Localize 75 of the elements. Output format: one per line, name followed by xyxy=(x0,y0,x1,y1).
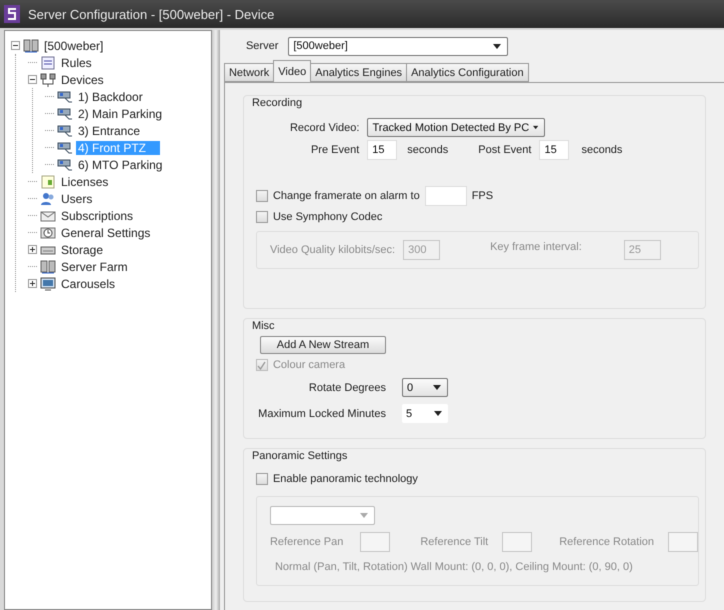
collapse-toggle-icon[interactable] xyxy=(11,41,20,50)
field-label: Video Quality kilobits/sec: xyxy=(270,244,396,256)
tree-item[interactable]: Storage xyxy=(59,242,106,256)
server-dropdown[interactable]: [500weber] xyxy=(288,36,508,56)
users-icon xyxy=(40,192,56,206)
checkbox[interactable] xyxy=(256,211,268,223)
rotate-dropdown[interactable]: 0 xyxy=(402,378,448,397)
tree-item[interactable]: Licenses xyxy=(59,174,110,188)
input-field[interactable]: 15 xyxy=(367,140,398,160)
dropdown-caret-icon xyxy=(360,513,368,518)
field-label: Pre Event xyxy=(310,144,360,156)
collapse-toggle-icon[interactable] xyxy=(28,75,37,84)
checkbox-label: Colour camera xyxy=(272,359,346,371)
group-title: Misc xyxy=(252,320,276,332)
tree-item[interactable]: Rules xyxy=(59,56,94,70)
dropdown-caret-icon xyxy=(432,385,441,390)
field-label: Rotate Degrees xyxy=(308,382,386,394)
tree-item[interactable]: Server Farm xyxy=(59,260,130,274)
server-icon xyxy=(40,260,56,274)
tree-item[interactable]: [500weber] xyxy=(42,38,106,52)
unit-label: seconds xyxy=(407,144,448,156)
dropdown-caret-icon xyxy=(493,44,502,48)
checkbox-label: Change framerate on alarm to xyxy=(272,190,420,202)
field-label: Reference Tilt xyxy=(420,536,488,548)
tab[interactable]: Network xyxy=(224,63,274,82)
mount-note: Normal (Pan, Tilt, Rotation) Wall Mount: (0, 0, 0), Ceiling Mount: (0, 90, 0) xyxy=(274,561,634,573)
tree-item[interactable]: General Settings xyxy=(59,226,152,240)
monitor-icon xyxy=(40,276,56,290)
field-label: Record Video: xyxy=(290,122,360,134)
checkbox[interactable] xyxy=(256,190,268,202)
window-title: Server Configuration - [500weber] - Device xyxy=(28,6,274,22)
dropdown-caret-icon xyxy=(533,125,538,130)
checkbox-label: Enable panoramic technology xyxy=(272,473,418,485)
network-icon xyxy=(40,72,56,86)
tree-item[interactable]: 6) MTO Parking xyxy=(76,158,164,172)
unit-label: FPS xyxy=(472,190,494,202)
document-icon xyxy=(40,56,56,70)
camera-icon xyxy=(57,124,73,138)
group-title: Panoramic Settings xyxy=(252,450,348,462)
record-video-dropdown[interactable]: Tracked Motion Detected By PC xyxy=(367,118,546,137)
tree-item[interactable]: Users xyxy=(59,192,94,206)
checkbox-label: Use Symphony Codec xyxy=(272,211,382,223)
input-field[interactable] xyxy=(424,186,467,206)
tree-item[interactable]: 3) Entrance xyxy=(76,124,142,138)
add-stream-button[interactable]: Add A New Stream xyxy=(260,336,386,354)
max-locked-dropdown[interactable]: 5 xyxy=(402,404,448,423)
expand-toggle-icon[interactable] xyxy=(28,245,37,254)
input-field[interactable]: 15 xyxy=(539,140,570,160)
checkbox[interactable] xyxy=(256,473,268,485)
envelope-icon xyxy=(40,208,56,222)
app-logo-icon xyxy=(4,5,20,23)
field-label: Reference Rotation xyxy=(559,536,654,548)
field-label: Key frame interval: xyxy=(490,241,582,253)
unit-label: seconds xyxy=(581,144,622,156)
field-label: Post Event xyxy=(478,144,532,156)
camera-icon xyxy=(57,90,73,104)
server-icon xyxy=(23,38,39,52)
server-label: Server xyxy=(246,40,278,52)
field-label: Maximum Locked Minutes xyxy=(257,408,386,420)
group-title: Recording xyxy=(252,97,304,109)
tab[interactable]: Analytics Configuration xyxy=(406,63,529,82)
camera-icon xyxy=(57,140,73,154)
tree-item[interactable]: Subscriptions xyxy=(59,208,136,222)
tree-item[interactable]: 2) Main Parking xyxy=(76,106,164,120)
camera-icon xyxy=(57,158,73,172)
certificate-icon xyxy=(40,174,56,188)
expand-toggle-icon[interactable] xyxy=(28,279,37,288)
tab[interactable]: Analytics Engines xyxy=(310,63,408,82)
clock-icon xyxy=(40,226,56,240)
tree-item[interactable]: Carousels xyxy=(59,276,118,290)
tree-item[interactable]: 1) Backdoor xyxy=(76,90,145,104)
dropdown-caret-icon xyxy=(434,411,442,416)
tree-item[interactable]: Devices xyxy=(59,72,106,86)
field-label: Reference Pan xyxy=(270,536,344,548)
camera-icon xyxy=(57,106,73,120)
